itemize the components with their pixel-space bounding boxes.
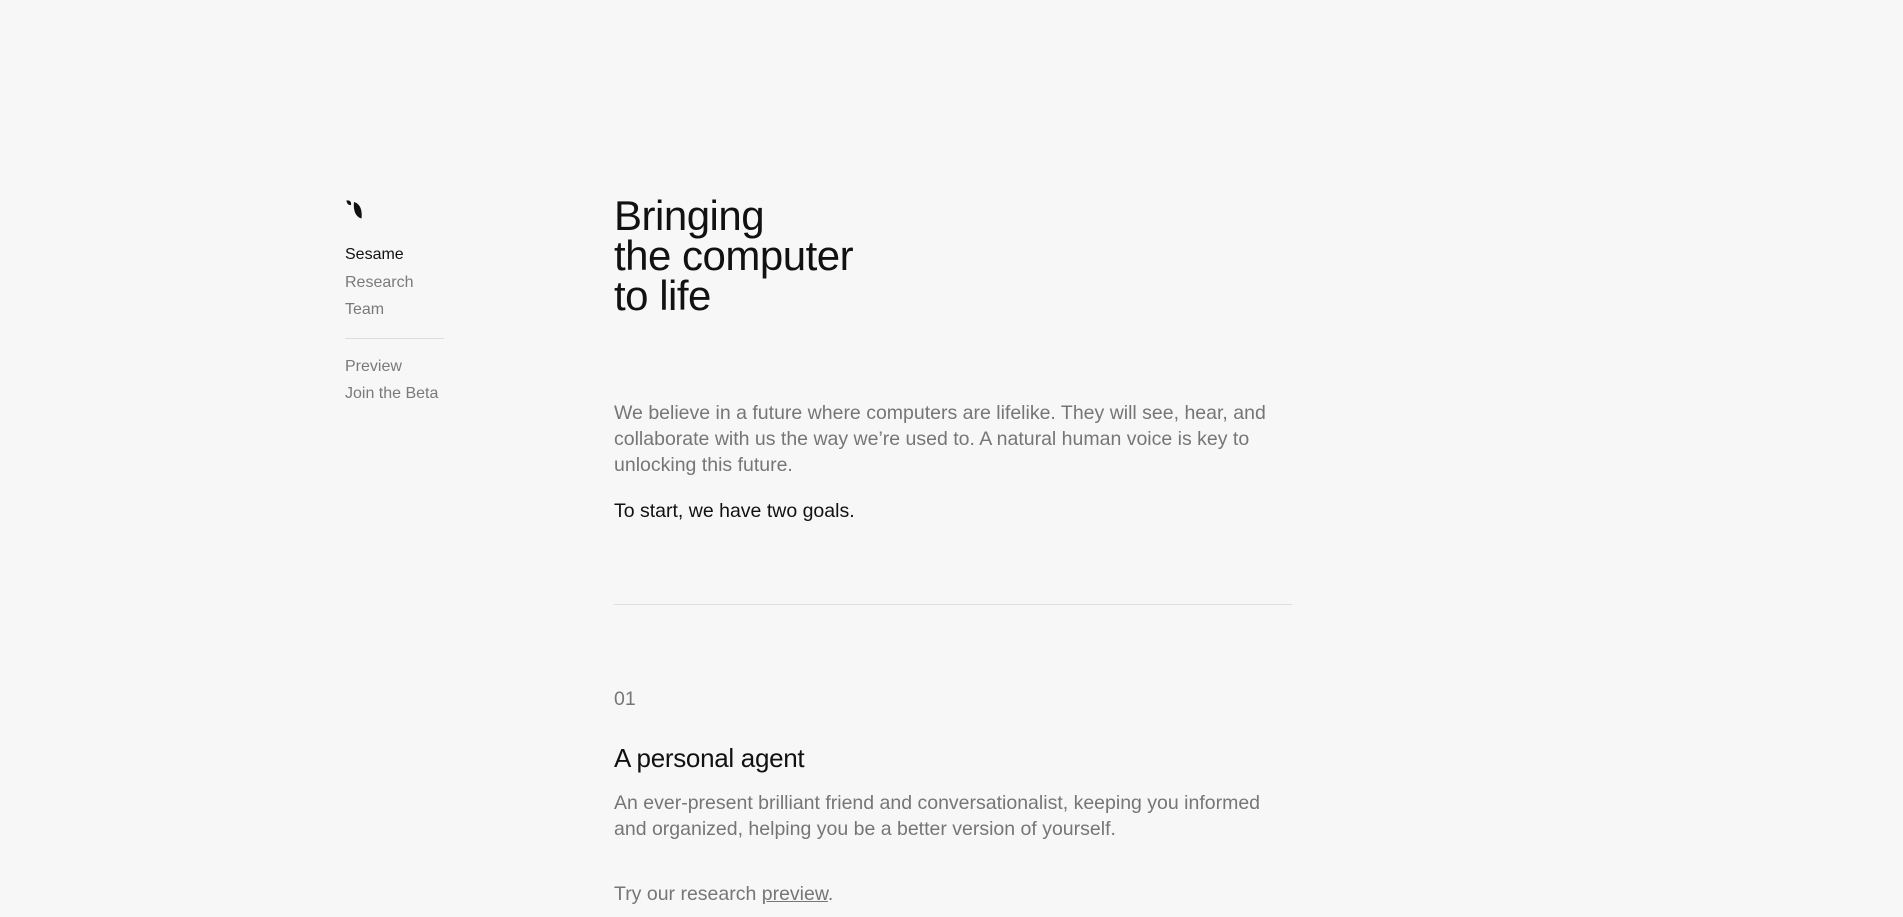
nav-link-sesame[interactable]: Sesame	[345, 241, 445, 269]
nav-link-team[interactable]: Team	[345, 296, 445, 324]
headline-line: the computer	[614, 232, 854, 279]
primary-nav: Sesame Research Team	[345, 241, 445, 324]
nav-link-research[interactable]: Research	[345, 269, 445, 297]
headline-line: Bringing	[614, 192, 765, 239]
goal-description: An ever-present brilliant friend and con…	[614, 792, 1261, 840]
page-headline: Bringing the computer to life	[614, 192, 1292, 319]
secondary-nav: Preview Join the Beta	[345, 353, 445, 408]
goal-cta: Try our research preview.	[614, 881, 833, 907]
intro-paragraph: We believe in a future where computers a…	[614, 402, 1266, 476]
lead-paragraph: To start, we have two goals.	[614, 500, 855, 522]
goal-cta-suffix: .	[827, 883, 834, 905]
goal-number: 01	[614, 688, 636, 710]
section-divider	[614, 604, 1292, 605]
headline-line: to life	[614, 272, 711, 319]
sesame-logo-icon[interactable]	[345, 199, 365, 221]
nav-link-join-beta[interactable]: Join the Beta	[345, 380, 445, 408]
sidebar: Sesame Research Team Preview Join the Be…	[345, 199, 445, 408]
page: Sesame Research Team Preview Join the Be…	[0, 0, 1903, 917]
goal-cta-prefix: Try our research	[614, 883, 762, 905]
nav-divider	[345, 337, 444, 339]
preview-link[interactable]: preview	[762, 883, 828, 905]
nav-link-preview[interactable]: Preview	[345, 353, 445, 381]
main-content: Bringing the computer to life We believe…	[614, 192, 1292, 905]
goal-title: A personal agent	[614, 743, 805, 773]
